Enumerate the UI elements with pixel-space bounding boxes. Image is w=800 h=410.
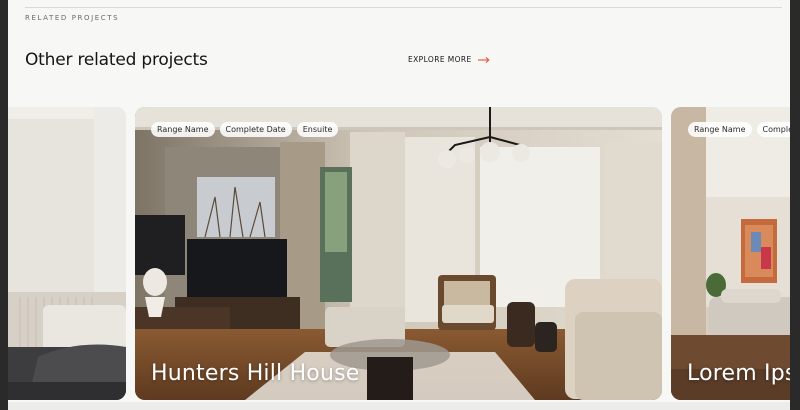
project-tag: Complete Date [219,122,292,137]
project-tag: Complete Date [756,122,790,137]
project-tag: Ensuite [296,122,339,137]
project-title: Hunters Hill House [151,361,360,386]
project-card[interactable]: Range Name Complete Date Ensuite Hunters… [135,107,662,400]
explore-more-link[interactable]: EXPLORE MORE [408,55,490,64]
section-heading: Other related projects [25,50,208,70]
scrollbar-gutter [790,0,800,410]
section-eyebrow: RELATED PROJECTS [25,14,120,22]
project-tag: Range Name [688,122,752,137]
related-projects-section: RELATED PROJECTS Other related projects … [8,0,790,410]
divider [25,7,782,8]
project-image [135,107,662,400]
project-title: Lorem Ipsum [687,361,790,386]
project-card-partial-left[interactable] [8,107,126,400]
project-tag: Range Name [151,122,215,137]
explore-more-label: EXPLORE MORE [408,55,472,64]
project-image [671,107,790,400]
project-image [8,107,126,400]
arrow-right-icon [477,56,490,63]
divider [8,402,790,410]
project-card-partial-right[interactable]: Range Name Complete Date Lorem Ipsum [671,107,790,400]
